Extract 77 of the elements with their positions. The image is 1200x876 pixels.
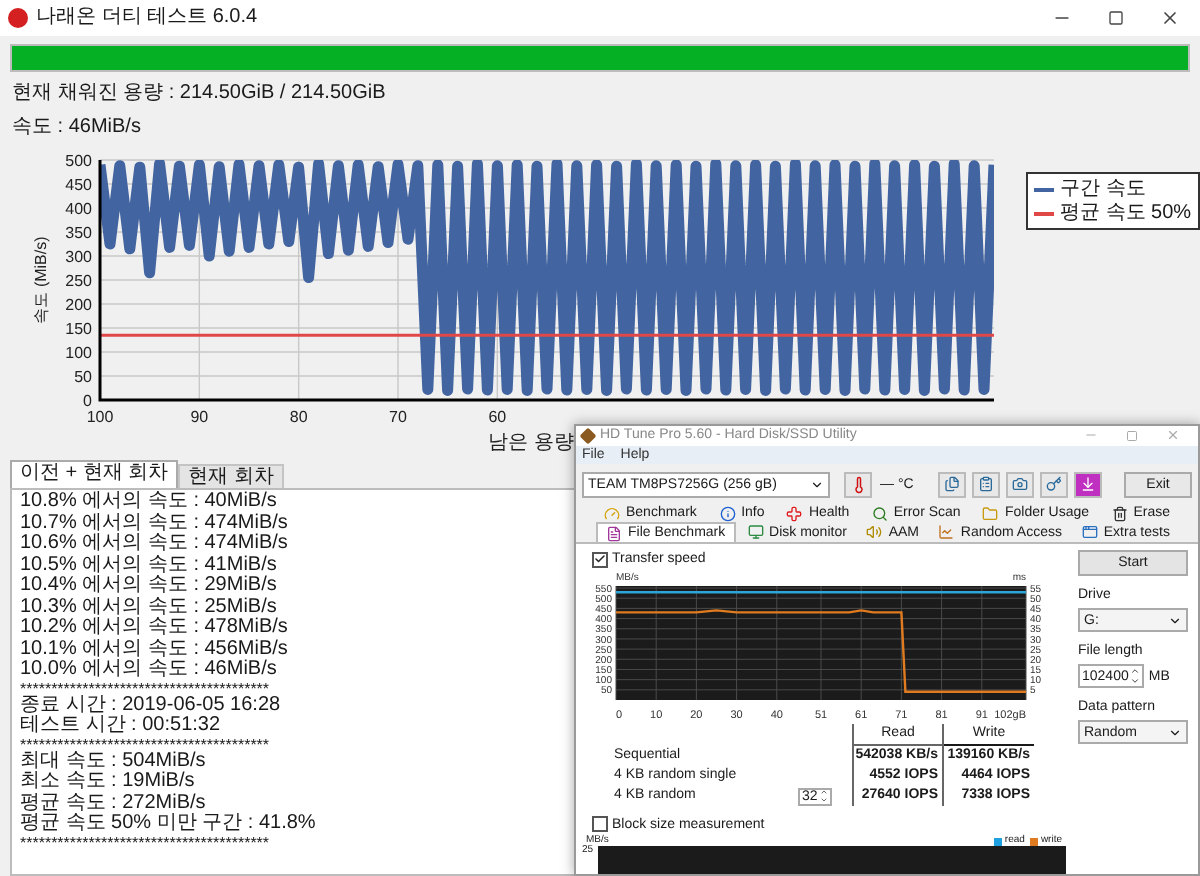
y-tick-label: 200 <box>65 296 92 314</box>
maximize-icon[interactable] <box>1108 10 1124 26</box>
legend-label: 구간 속도 <box>1060 178 1146 200</box>
tab-icon <box>719 505 736 521</box>
down-icon <box>1130 676 1141 687</box>
tab-icon <box>1111 505 1128 521</box>
log-line: 10.2% 에서의 속도 : 478MiB/s <box>20 618 290 639</box>
tab-icon <box>604 505 620 521</box>
y-tick-label: 250 <box>65 272 92 290</box>
caret-icon <box>1168 725 1182 740</box>
log-line: 평균 속도 50% 미만 구간 : 41.8% <box>20 814 318 835</box>
y-tick-label: 450 <box>65 176 92 194</box>
caret-icon <box>1168 613 1182 628</box>
log-line: 평균 속도 : 272MiB/s <box>20 793 208 813</box>
x-tick-label: 70 <box>389 408 407 426</box>
up-icon <box>1130 666 1141 677</box>
separator-line: **************************************** <box>20 835 272 849</box>
y-tick-label: 150 <box>65 320 92 338</box>
y-tick-label: 0 <box>83 392 92 410</box>
separator-line: **************************************** <box>20 737 272 751</box>
checkbox[interactable] <box>592 816 608 833</box>
toolbar-button[interactable] <box>938 471 966 497</box>
app-icon <box>579 427 597 445</box>
tab-icon <box>866 524 883 541</box>
tab-icon <box>606 525 622 542</box>
camera-icon <box>1012 476 1028 492</box>
app-icon <box>8 8 28 28</box>
log-line: 10.5% 에서의 속도 : 41MiB/s <box>20 555 279 575</box>
log-line: 테스트 시간 : 00:51:32 <box>20 716 223 737</box>
log-line: 10.4% 에서의 속도 : 29MiB/s <box>20 576 279 597</box>
separator-line: **************************************** <box>20 681 270 695</box>
key-icon <box>1046 476 1062 492</box>
capacity-text: 현재 채워진 용량 : 214.50GiB / 214.50GiB <box>12 82 388 106</box>
tab[interactable]: 이전 + 현재 회차 <box>10 460 179 488</box>
x-axis-label: 남은 용량 <box>488 432 574 454</box>
download-icon <box>1080 476 1096 492</box>
y-tick-label: 300 <box>65 248 92 266</box>
copy-icon <box>944 476 960 492</box>
tab-icon <box>938 524 955 541</box>
tab-icon <box>747 524 764 541</box>
speed-text: 속도 : 46MiB/s <box>12 116 143 140</box>
checkbox[interactable] <box>592 551 608 568</box>
log-line: 종료 시간 : 2019-06-05 16:28 <box>20 695 283 715</box>
tab[interactable]: 현재 회차 <box>178 464 284 488</box>
log-line: 10.6% 에서의 속도 : 474MiB/s <box>20 534 290 555</box>
y-tick-label: 350 <box>65 224 92 242</box>
x-tick-label: 100 <box>86 408 114 426</box>
log-line: 10.0% 에서의 속도 : 46MiB/s <box>20 660 279 681</box>
y-tick-label: 400 <box>65 200 92 218</box>
tab-icon <box>786 505 803 521</box>
thermometer-icon <box>849 475 867 493</box>
log-line: 10.7% 에서의 속도 : 474MiB/s <box>20 513 290 533</box>
tab-icon <box>871 505 888 521</box>
y-tick-label: 100 <box>65 344 92 362</box>
y-axis-label: 속도 (MiB/s) <box>32 236 50 324</box>
log-line: 최소 속도 : 19MiB/s <box>20 772 197 793</box>
legend-label: 평균 속도 50% <box>1060 202 1192 224</box>
caret-icon <box>810 477 824 491</box>
tab-icon <box>1081 524 1098 541</box>
x-tick-label: 90 <box>190 408 209 426</box>
y-tick-label: 500 <box>65 152 92 170</box>
log-line: 최대 속도 : 504MiB/s <box>20 751 208 771</box>
toolbar-button[interactable] <box>1006 471 1034 497</box>
y-tick-label: 50 <box>74 368 92 386</box>
window-title: 나래온 더티 테스트 6.0.4 <box>36 8 258 28</box>
temperature-button[interactable] <box>844 471 872 497</box>
toolbar-button[interactable] <box>972 471 1000 497</box>
x-tick-label: 80 <box>289 408 308 426</box>
toolbar-button[interactable] <box>1040 471 1068 497</box>
toolbar-button[interactable] <box>1074 471 1102 497</box>
x-tick-label: 60 <box>488 408 507 426</box>
log-line: 10.8% 에서의 속도 : 40MiB/s <box>20 492 279 513</box>
clipboard-icon <box>978 476 994 492</box>
tab-icon <box>982 505 999 521</box>
log-line: 10.1% 에서의 속도 : 456MiB/s <box>20 639 290 659</box>
close-icon[interactable] <box>1160 8 1180 28</box>
log-line: 10.3% 에서의 속도 : 25MiB/s <box>20 597 279 617</box>
